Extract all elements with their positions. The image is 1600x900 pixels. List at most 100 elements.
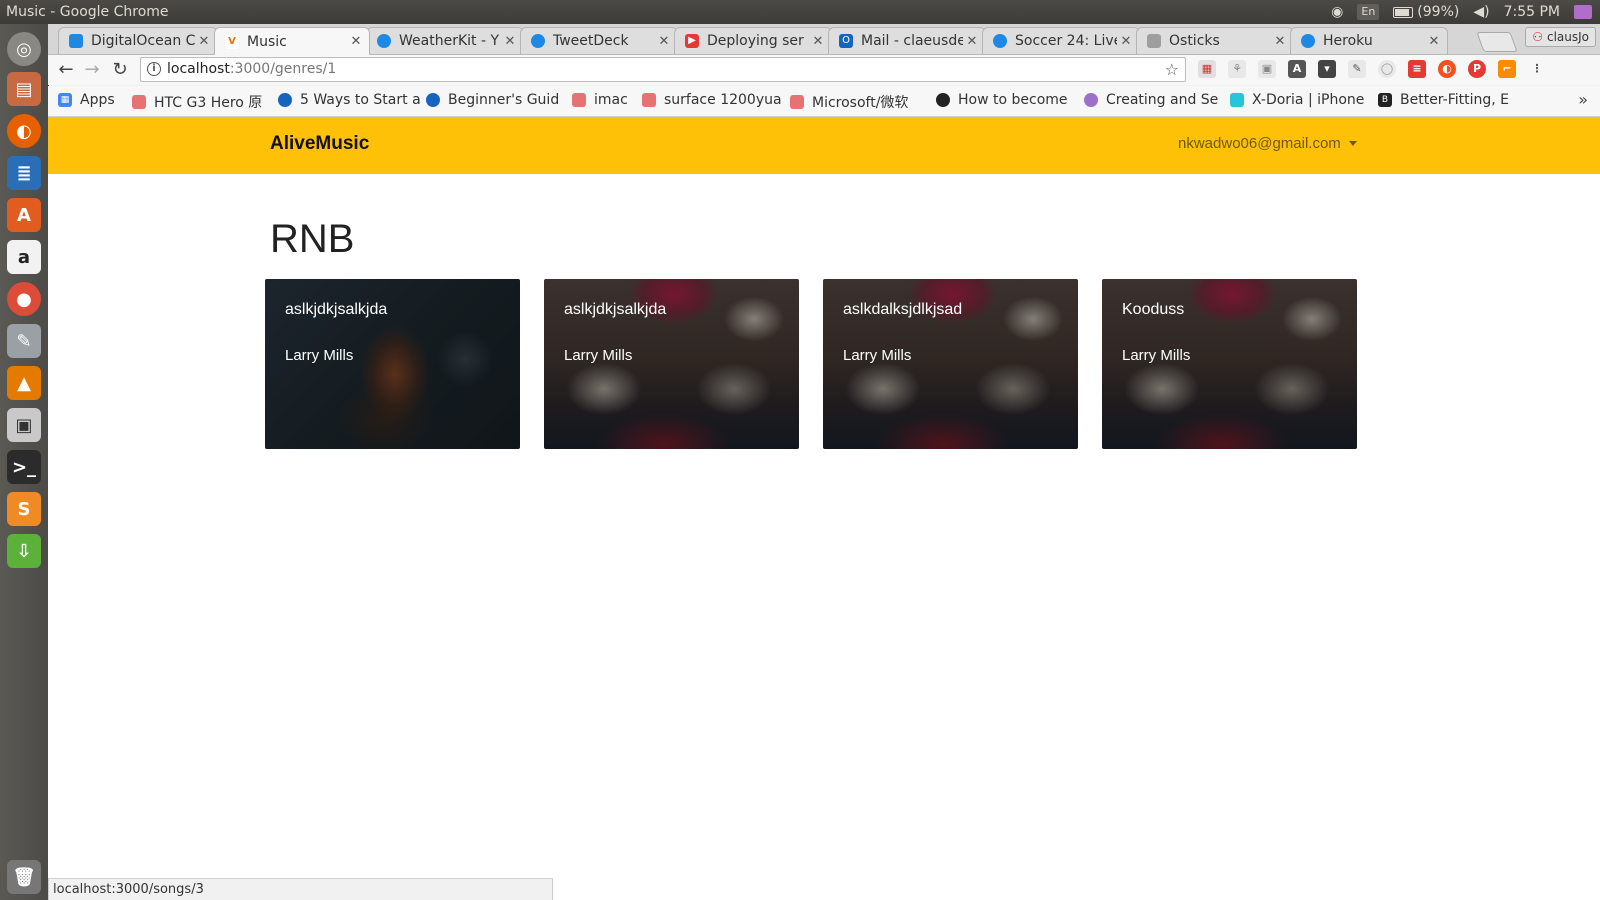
bookmark-creating[interactable]: Creating and Se (1084, 92, 1218, 108)
chrome-icon[interactable]: ● (7, 282, 41, 316)
song-title: aslkdalksjdlkjsad (843, 301, 963, 318)
close-tab-icon[interactable]: ✕ (501, 34, 519, 49)
trash-icon[interactable]: 🗑 (7, 860, 41, 894)
song-card[interactable]: aslkjdkjsalkjda Larry Mills (265, 279, 520, 449)
todoist-icon[interactable]: ≡ (1408, 60, 1426, 78)
install-icon[interactable]: ⇩ (7, 534, 41, 568)
eyedropper-icon[interactable]: ✎ (1348, 60, 1366, 78)
amazon-icon[interactable]: a (7, 240, 41, 274)
bookmark-beginners-guide[interactable]: Beginner's Guid (426, 92, 559, 108)
loading-favicon-icon (993, 34, 1007, 48)
bookmark-how-to-become[interactable]: How to become (936, 92, 1068, 108)
tab-music[interactable]: V Music ✕ (214, 27, 370, 55)
bookmark-htc[interactable]: HTC G3 Hero 原 (132, 92, 262, 112)
song-card[interactable]: Kooduss Larry Mills (1102, 279, 1357, 449)
close-tab-icon[interactable]: ✕ (963, 34, 981, 49)
writer-icon[interactable]: ≣ (7, 156, 41, 190)
bookmark-x-doria[interactable]: X-Doria | iPhone (1230, 92, 1364, 108)
browser-toolbar: ← → ↻ i localhost:3000/genres/1 ☆ ▦ ⚘ ▣ … (48, 55, 1600, 85)
chrome-menu-icon[interactable]: ⋮ (1528, 60, 1546, 78)
site-info-icon[interactable]: i (147, 62, 161, 76)
extension-icon[interactable]: ⚘ (1228, 60, 1246, 78)
bookmark-better-fitting[interactable]: B Better-Fitting, E (1378, 92, 1509, 108)
youtube-favicon-icon: ▶ (685, 34, 699, 48)
outlook-favicon-icon: O (839, 34, 853, 48)
sublime-text-icon[interactable]: S (7, 492, 41, 526)
software-center-icon[interactable]: A (7, 198, 41, 232)
brand-link[interactable]: AliveMusic (270, 133, 369, 155)
close-tab-icon[interactable]: ✕ (1117, 34, 1135, 49)
tab-deploying[interactable]: ▶ Deploying ser ✕ (674, 27, 832, 54)
indicator-area: ◉ En (99%) ◀) 7:55 PM (1331, 0, 1592, 24)
song-artist: Larry Mills (564, 347, 633, 364)
tab-label: Heroku (1323, 33, 1373, 49)
extension-icon[interactable]: ◯ (1378, 60, 1396, 78)
tab-label: Deploying ser (707, 33, 804, 49)
song-card[interactable]: aslkdalksjdlkjsad Larry Mills (823, 279, 1078, 449)
extension-icon[interactable]: ⌐ (1498, 60, 1516, 78)
tab-weatherkit[interactable]: WeatherKit - Y ✕ (366, 27, 524, 54)
reload-icon[interactable]: ↻ (108, 58, 132, 82)
battery-indicator[interactable]: (99%) (1393, 0, 1459, 24)
pocket-icon[interactable]: ▾ (1318, 60, 1336, 78)
calendar-extension-icon[interactable]: ▦ (1198, 60, 1216, 78)
tab-digitalocean[interactable]: DigitalOcean C ✕ (58, 27, 218, 54)
close-tab-icon[interactable]: ✕ (809, 34, 827, 49)
user-email: nkwadwo06@gmail.com (1178, 135, 1341, 152)
extension-icon[interactable]: ◐ (1438, 60, 1456, 78)
close-tab-icon[interactable]: ✕ (655, 34, 673, 49)
bookmark-favicon-icon (936, 93, 950, 107)
volume-icon[interactable]: ◀) (1473, 0, 1489, 24)
new-tab-button[interactable] (1476, 32, 1518, 52)
shield-extension-icon[interactable]: A (1288, 60, 1306, 78)
close-tab-icon[interactable]: ✕ (1425, 34, 1443, 49)
bookmark-microsoft[interactable]: Microsoft/微软 (790, 92, 908, 112)
bookmark-favicon-icon (132, 95, 146, 109)
close-tab-icon[interactable]: ✕ (195, 34, 213, 49)
back-arrow-icon[interactable]: ← (54, 58, 78, 82)
digitalocean-favicon-icon (69, 34, 83, 48)
tab-soccer[interactable]: Soccer 24: Live ✕ (982, 27, 1140, 54)
extension-icon[interactable]: ▣ (1258, 60, 1276, 78)
profile-button[interactable]: ⚇ clausJo (1525, 27, 1596, 47)
tab-tweetdeck[interactable]: TweetDeck ✕ (520, 27, 678, 54)
page-title: RNB (270, 217, 355, 261)
os-top-panel: Music - Google Chrome ◉ En (99%) ◀) 7:55… (0, 0, 1600, 24)
forward-arrow-icon[interactable]: → (80, 58, 104, 82)
tab-osticks[interactable]: Osticks ✕ (1136, 27, 1294, 54)
bookmark-surface[interactable]: surface 1200yua (642, 92, 782, 108)
system-settings-icon[interactable]: ✎ (7, 324, 41, 358)
address-bar[interactable]: i localhost:3000/genres/1 ☆ (140, 57, 1186, 82)
song-artist: Larry Mills (843, 347, 912, 364)
close-tab-icon[interactable]: ✕ (347, 34, 365, 49)
bookmarks-overflow-button[interactable]: » (1578, 90, 1588, 109)
bookmark-apps[interactable]: ▦ Apps (58, 92, 115, 108)
tab-mail[interactable]: O Mail - claeusde ✕ (828, 27, 986, 54)
bookmark-5-ways[interactable]: 5 Ways to Start a (278, 92, 421, 108)
ubuntu-dash-icon[interactable]: ◎ (7, 32, 41, 66)
bookmarks-bar: ▦ Apps HTC G3 Hero 原 5 Ways to Start a B… (48, 86, 1600, 117)
files-icon[interactable]: ▤ (7, 72, 41, 106)
clock[interactable]: 7:55 PM (1504, 0, 1560, 24)
song-card[interactable]: aslkjdkjsalkjda Larry Mills (544, 279, 799, 449)
tab-heroku[interactable]: Heroku ✕ (1290, 27, 1448, 54)
system-menu-icon[interactable] (1574, 5, 1592, 19)
bookmark-imac[interactable]: imac (572, 92, 628, 108)
pinterest-icon[interactable]: P (1468, 60, 1486, 78)
url-text[interactable]: localhost:3000/genres/1 (167, 58, 336, 81)
tab-label: TweetDeck (553, 33, 629, 49)
song-artist: Larry Mills (285, 347, 354, 364)
bookmark-favicon-icon (1230, 93, 1244, 107)
vlc-icon[interactable]: ▲ (7, 366, 41, 400)
terminal-icon[interactable]: >_ (7, 450, 41, 484)
close-tab-icon[interactable]: ✕ (1271, 34, 1289, 49)
disk-icon[interactable]: ▣ (7, 408, 41, 442)
status-bar-url: localhost:3000/songs/3 (48, 878, 553, 900)
keyboard-language-indicator[interactable]: En (1357, 4, 1380, 20)
extensions-area: ▦ ⚘ ▣ A ▾ ✎ ◯ ≡ ◐ P ⌐ ⋮ (1198, 60, 1546, 78)
firefox-icon[interactable]: ◐ (7, 114, 41, 148)
vue-favicon-icon: V (225, 34, 239, 49)
user-dropdown[interactable]: nkwadwo06@gmail.com (1178, 135, 1357, 152)
bookmark-star-icon[interactable]: ☆ (1165, 58, 1179, 81)
network-icon[interactable]: ◉ (1331, 0, 1343, 24)
